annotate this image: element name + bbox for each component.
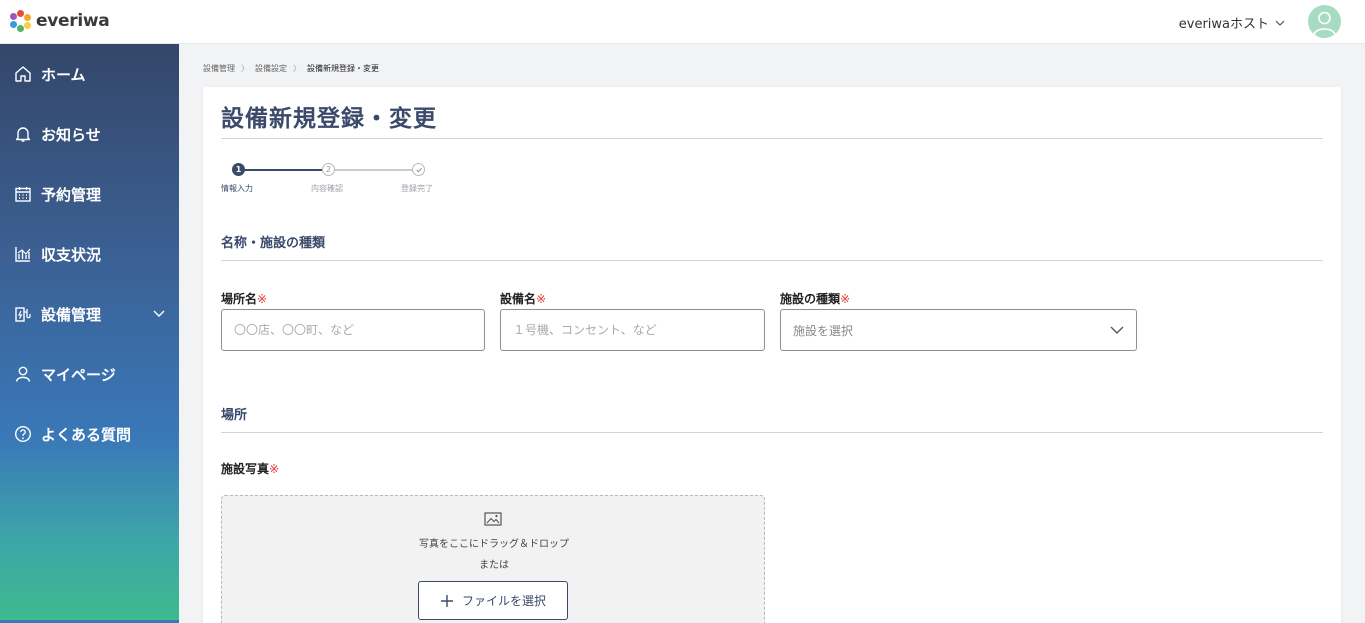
step-connector-done bbox=[234, 169, 322, 171]
page-title: 設備新規登録・変更 bbox=[221, 106, 437, 132]
top-header: everiwa everiwaホスト bbox=[0, 0, 1365, 44]
equipment-name-input[interactable] bbox=[500, 309, 765, 351]
sidebar-item-home[interactable]: ホーム bbox=[0, 54, 179, 94]
photo-label: 施設写真※ bbox=[221, 460, 279, 477]
step-connector-todo bbox=[335, 169, 412, 171]
bell-icon bbox=[15, 127, 31, 142]
step-3-marker bbox=[412, 163, 425, 176]
plug-icon bbox=[15, 307, 31, 322]
sidebar-item-revenue[interactable]: 収支状況 bbox=[0, 234, 179, 274]
logo-mark-icon bbox=[10, 10, 32, 32]
equipment-name-label: 設備名※ bbox=[500, 290, 546, 307]
sidebar-item-equipment[interactable]: 設備管理 bbox=[0, 294, 179, 334]
step-1-marker: 1 bbox=[232, 163, 245, 176]
step-2-label: 内容確認 bbox=[311, 184, 343, 193]
dropzone-text: 写真をここにドラッグ＆ドロップ bbox=[419, 539, 569, 550]
image-icon bbox=[484, 512, 502, 526]
choose-file-button[interactable]: ファイルを選択 bbox=[418, 581, 568, 620]
required-mark: ※ bbox=[536, 292, 547, 306]
logo[interactable]: everiwa bbox=[10, 9, 110, 33]
photo-label-text: 施設写真 bbox=[221, 462, 270, 476]
breadcrumb-separator-icon: 〉 bbox=[241, 64, 249, 73]
section-divider bbox=[221, 260, 1323, 261]
sidebar-item-label: よくある質問 bbox=[41, 425, 132, 444]
choose-file-label: ファイルを選択 bbox=[461, 594, 546, 608]
place-name-input[interactable] bbox=[221, 309, 485, 351]
sidebar-item-notices[interactable]: お知らせ bbox=[0, 114, 179, 154]
plus-icon bbox=[440, 594, 453, 607]
facility-type-select[interactable]: 施設を選択 bbox=[780, 309, 1137, 351]
title-divider bbox=[221, 138, 1323, 139]
chart-icon bbox=[15, 247, 31, 262]
sidebar-item-faq[interactable]: よくある質問 bbox=[0, 414, 179, 454]
chevron-down-icon[interactable] bbox=[152, 306, 166, 320]
facility-type-label: 施設の種類※ bbox=[780, 290, 850, 307]
sidebar-item-label: 予約管理 bbox=[41, 185, 102, 204]
sidebar-item-label: 収支状況 bbox=[41, 245, 102, 264]
facility-type-label-text: 施設の種類 bbox=[780, 292, 841, 306]
equipment-name-label-text: 設備名 bbox=[500, 292, 537, 306]
sidebar-item-reservations[interactable]: 予約管理 bbox=[0, 174, 179, 214]
avatar[interactable] bbox=[1308, 5, 1341, 38]
main-card: 設備新規登録・変更 1 2 情報入力 内容確認 登録完了 名称・施設の種類 場所… bbox=[203, 87, 1341, 623]
user-menu[interactable]: everiwaホスト bbox=[1179, 13, 1285, 32]
sidebar-item-mypage[interactable]: マイページ bbox=[0, 354, 179, 394]
sidebar: ホーム お知らせ 予約管理 収支状況 設備管理 マイページ よくある質問 bbox=[0, 44, 179, 623]
required-mark: ※ bbox=[269, 462, 280, 476]
step-3-label: 登録完了 bbox=[401, 184, 433, 193]
required-mark: ※ bbox=[257, 292, 268, 306]
page-scrollbar[interactable] bbox=[1356, 44, 1365, 623]
photo-dropzone[interactable]: 写真をここにドラッグ＆ドロップ または ファイルを選択 bbox=[221, 495, 765, 623]
sidebar-item-label: マイページ bbox=[41, 365, 116, 384]
breadcrumb: 設備管理 〉 設備設定 〉 設備新規登録・変更 bbox=[203, 63, 379, 74]
section-divider bbox=[221, 432, 1323, 433]
sidebar-item-label: 設備管理 bbox=[41, 305, 102, 324]
sidebar-item-label: ホーム bbox=[41, 65, 86, 84]
stepper: 1 2 情報入力 内容確認 登録完了 bbox=[221, 163, 451, 197]
logo-text: everiwa bbox=[36, 11, 110, 31]
breadcrumb-separator-icon: 〉 bbox=[293, 64, 301, 73]
home-icon bbox=[15, 66, 31, 82]
section-title-place-text: 場所 bbox=[221, 408, 248, 423]
section-title-name: 名称・施設の種類 bbox=[221, 236, 326, 251]
breadcrumb-current: 設備新規登録・変更 bbox=[307, 64, 379, 73]
user-avatar-icon bbox=[1313, 11, 1336, 36]
dropzone-or-text: または bbox=[479, 560, 509, 571]
breadcrumb-item[interactable]: 設備設定 bbox=[255, 63, 287, 74]
question-icon bbox=[14, 425, 32, 443]
check-icon bbox=[415, 167, 422, 173]
user-name: everiwaホスト bbox=[1178, 17, 1269, 32]
step-2-marker: 2 bbox=[322, 163, 335, 176]
place-name-label-text: 場所名 bbox=[221, 292, 258, 306]
required-mark: ※ bbox=[840, 292, 851, 306]
place-name-label: 場所名※ bbox=[221, 290, 267, 307]
step-1-label: 情報入力 bbox=[221, 184, 253, 193]
sidebar-item-label: お知らせ bbox=[41, 125, 101, 144]
chevron-down-icon bbox=[1275, 20, 1285, 26]
calendar-icon bbox=[15, 187, 31, 202]
facility-type-placeholder: 施設を選択 bbox=[793, 323, 854, 338]
chevron-down-icon bbox=[1110, 326, 1124, 334]
user-icon bbox=[15, 366, 31, 382]
breadcrumb-item[interactable]: 設備管理 bbox=[203, 63, 235, 74]
